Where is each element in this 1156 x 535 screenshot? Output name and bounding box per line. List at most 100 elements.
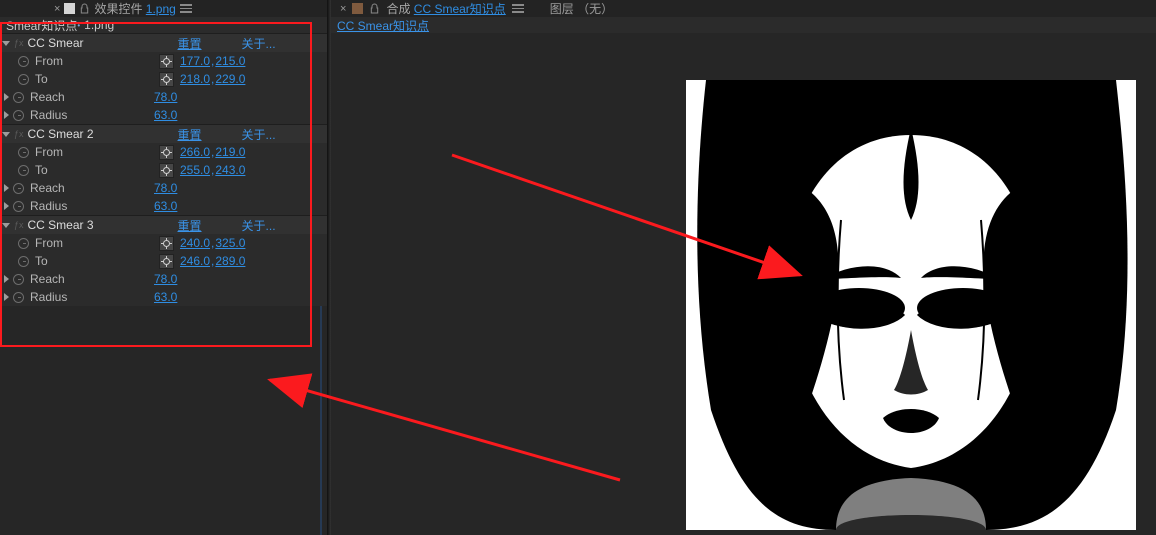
lock-icon[interactable] [369, 3, 380, 14]
panel-menu-icon[interactable] [180, 4, 192, 13]
value-y[interactable]: 229.0 [215, 72, 245, 86]
panel-menu-icon[interactable] [512, 4, 524, 13]
stopwatch-icon[interactable] [18, 56, 29, 67]
prop-from: From 177.0,215.0 [0, 52, 327, 70]
composition-panel-tab[interactable]: 合成 CC Smear知识点 [386, 0, 505, 17]
stopwatch-icon[interactable] [18, 256, 29, 267]
breadcrumb-comp: Smear知识点 [6, 17, 77, 34]
stopwatch-icon[interactable] [13, 183, 24, 194]
twirl-down-icon[interactable] [2, 223, 10, 228]
prop-radius: Radius 63.0 [0, 106, 327, 124]
tab-color-swatch [64, 3, 75, 14]
crosshair-picker-icon[interactable] [159, 236, 174, 251]
prop-reach: Reach 78.0 [0, 88, 327, 106]
prop-from: From 266.0,219.0 [0, 143, 327, 161]
twirl-right-icon[interactable] [4, 293, 9, 301]
crosshair-picker-icon[interactable] [159, 145, 174, 160]
effect-name[interactable]: CC Smear 2 [28, 127, 178, 141]
effects-panel-tab[interactable]: 效果控件 1.png [94, 0, 175, 17]
value-y[interactable]: 289.0 [215, 254, 245, 268]
fx-badge-icon[interactable]: ƒx [14, 129, 24, 139]
tab-color-swatch [352, 3, 363, 14]
effect-cc-smear-2: ƒx CC Smear 2 重置 关于... From 266.0,219.0 … [0, 124, 327, 215]
twirl-down-icon[interactable] [2, 41, 10, 46]
prop-reach: Reach 78.0 [0, 270, 327, 288]
composition-breadcrumb[interactable]: CC Smear知识点 [331, 17, 1156, 33]
prop-label: Radius [30, 290, 154, 304]
about-link[interactable]: 关于... [242, 126, 276, 143]
value-y[interactable]: 219.0 [215, 145, 245, 159]
reset-link[interactable]: 重置 [178, 126, 202, 143]
effect-controls-breadcrumb[interactable]: Smear知识点 • 1.png [0, 17, 327, 33]
effect-header[interactable]: ƒx CC Smear 3 重置 关于... [0, 216, 327, 234]
tab-close-icon[interactable]: × [54, 3, 60, 15]
twirl-down-icon[interactable] [2, 132, 10, 137]
prop-radius: Radius 63.0 [0, 288, 327, 306]
about-link[interactable]: 关于... [242, 35, 276, 52]
value-x[interactable]: 240.0 [180, 236, 210, 250]
stopwatch-icon[interactable] [18, 74, 29, 85]
twirl-right-icon[interactable] [4, 184, 9, 192]
crosshair-picker-icon[interactable] [159, 254, 174, 269]
effect-cc-smear: ƒx CC Smear 重置 关于... From 177.0,215.0 To [0, 33, 327, 124]
prop-label: Reach [30, 181, 154, 195]
prop-label: To [35, 72, 159, 86]
value-y[interactable]: 215.0 [215, 54, 245, 68]
effects-panel-tab-layer-link[interactable]: 1.png [146, 2, 176, 16]
breadcrumb-layer: 1.png [84, 18, 114, 32]
about-link[interactable]: 关于... [242, 217, 276, 234]
crosshair-picker-icon[interactable] [159, 72, 174, 87]
stopwatch-icon[interactable] [18, 147, 29, 158]
value-x[interactable]: 266.0 [180, 145, 210, 159]
value-y[interactable]: 325.0 [215, 236, 245, 250]
effect-name[interactable]: CC Smear [28, 36, 178, 50]
value-scalar[interactable]: 63.0 [154, 290, 177, 304]
prop-label: To [35, 163, 159, 177]
effects-panel-tab-prefix: 效果控件 [94, 2, 145, 16]
value-scalar[interactable]: 63.0 [154, 108, 177, 122]
fx-badge-icon[interactable]: ƒx [14, 220, 24, 230]
composition-panel-tab-link[interactable]: CC Smear知识点 [414, 2, 506, 16]
prop-label: To [35, 254, 159, 268]
stopwatch-icon[interactable] [13, 110, 24, 121]
effect-header[interactable]: ƒx CC Smear 2 重置 关于... [0, 125, 327, 143]
comp-name-link[interactable]: CC Smear知识点 [337, 17, 429, 34]
stopwatch-icon[interactable] [13, 292, 24, 303]
stopwatch-icon[interactable] [13, 92, 24, 103]
crosshair-picker-icon[interactable] [159, 54, 174, 69]
value-x[interactable]: 255.0 [180, 163, 210, 177]
value-x[interactable]: 218.0 [180, 72, 210, 86]
tab-close-icon[interactable]: × [340, 3, 346, 15]
stopwatch-icon[interactable] [18, 238, 29, 249]
value-scalar[interactable]: 78.0 [154, 181, 177, 195]
value-x[interactable]: 246.0 [180, 254, 210, 268]
value-y[interactable]: 243.0 [215, 163, 245, 177]
value-scalar[interactable]: 78.0 [154, 90, 177, 104]
fx-badge-icon[interactable]: ƒx [14, 38, 24, 48]
value-scalar[interactable]: 78.0 [154, 272, 177, 286]
crosshair-picker-icon[interactable] [159, 163, 174, 178]
twirl-right-icon[interactable] [4, 111, 9, 119]
prop-to: To 255.0,243.0 [0, 161, 327, 179]
stopwatch-icon[interactable] [13, 201, 24, 212]
prop-to: To 218.0,229.0 [0, 70, 327, 88]
prop-from: From 240.0,325.0 [0, 234, 327, 252]
value-scalar[interactable]: 63.0 [154, 199, 177, 213]
breadcrumb-separator: • [77, 21, 80, 30]
prop-reach: Reach 78.0 [0, 179, 327, 197]
layer-panel-tab[interactable]: 图层 （无） [550, 0, 613, 17]
stopwatch-icon[interactable] [13, 274, 24, 285]
effect-name[interactable]: CC Smear 3 [28, 218, 178, 232]
twirl-right-icon[interactable] [4, 275, 9, 283]
reset-link[interactable]: 重置 [178, 35, 202, 52]
twirl-right-icon[interactable] [4, 202, 9, 210]
prop-radius: Radius 63.0 [0, 197, 327, 215]
stopwatch-icon[interactable] [18, 165, 29, 176]
twirl-right-icon[interactable] [4, 93, 9, 101]
value-x[interactable]: 177.0 [180, 54, 210, 68]
reset-link[interactable]: 重置 [178, 217, 202, 234]
composition-preview[interactable] [686, 80, 1136, 530]
prop-label: Reach [30, 272, 154, 286]
effect-header[interactable]: ƒx CC Smear 重置 关于... [0, 34, 327, 52]
lock-icon[interactable] [79, 3, 90, 14]
